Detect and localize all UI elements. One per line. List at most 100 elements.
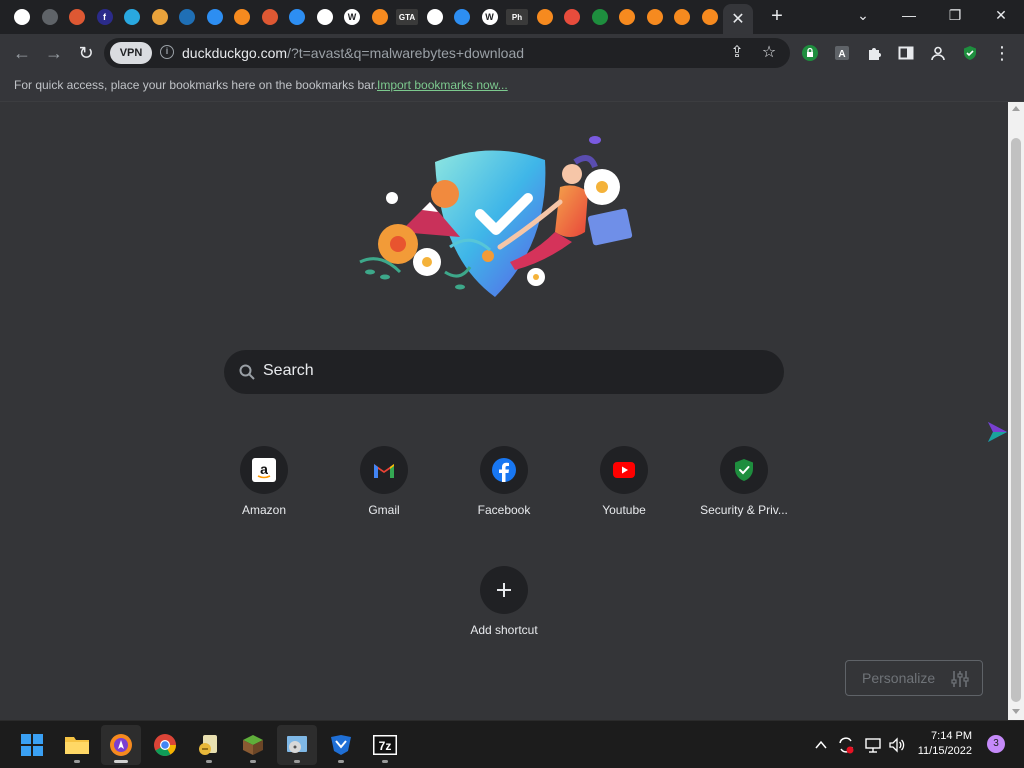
- tab-globe[interactable]: [312, 4, 338, 30]
- shortcut-gmail[interactable]: Gmail: [332, 446, 436, 536]
- tab-cart[interactable]: [37, 4, 63, 30]
- tab-wordpress[interactable]: W: [477, 4, 503, 30]
- reload-icon: ↻: [78, 42, 94, 63]
- running-indicator: [74, 760, 80, 763]
- youtube-icon: [613, 462, 635, 478]
- profile-icon[interactable]: [928, 43, 948, 63]
- tab-red-site[interactable]: [559, 4, 585, 30]
- vpn-badge[interactable]: VPN: [110, 42, 152, 64]
- forward-button[interactable]: →: [42, 41, 66, 65]
- active-tab[interactable]: ✕: [723, 4, 753, 34]
- tab-monitor-site[interactable]: [174, 4, 200, 30]
- taskbar-chrome[interactable]: [145, 725, 185, 765]
- svg-text:a: a: [260, 461, 268, 477]
- scroll-up-arrow-icon[interactable]: [1012, 106, 1020, 111]
- tab-shield-site[interactable]: [587, 4, 613, 30]
- restore-button[interactable]: ❐: [940, 4, 970, 26]
- share-icon[interactable]: ⇪: [728, 44, 746, 62]
- tab-duckduckgo[interactable]: [64, 4, 90, 30]
- tab-avast[interactable]: [669, 4, 695, 30]
- new-tab-button[interactable]: +: [766, 6, 788, 28]
- tab-strip: f W GTA W Ph ✕ + ⌄ — ❐ ✕: [0, 0, 1024, 34]
- wordpress-icon: W: [344, 9, 360, 25]
- svg-text:7z: 7z: [379, 739, 392, 753]
- shortcut-youtube[interactable]: Youtube: [572, 446, 676, 536]
- shortcut-security-privacy[interactable]: Security & Priv...: [692, 446, 796, 536]
- tab-avast[interactable]: [614, 4, 640, 30]
- taskbar-installer[interactable]: [277, 725, 317, 765]
- tab-f-site[interactable]: f: [92, 4, 118, 30]
- tab-avast[interactable]: [229, 4, 255, 30]
- running-indicator: [206, 760, 212, 763]
- tab-avast[interactable]: [697, 4, 723, 30]
- search-box[interactable]: Search: [224, 350, 784, 394]
- gta-icon: GTA: [396, 9, 418, 25]
- shortcut-facebook[interactable]: Facebook: [452, 446, 556, 536]
- side-panel-icon[interactable]: [896, 43, 916, 63]
- personalize-button[interactable]: Personalize: [845, 660, 983, 696]
- running-indicator: [338, 760, 344, 763]
- import-bookmarks-link[interactable]: Import bookmarks now...: [377, 78, 508, 92]
- browser-menu-icon[interactable]: ⋮: [992, 43, 1012, 63]
- tab-loading[interactable]: [284, 4, 310, 30]
- system-clock[interactable]: 7:14 PM 11/15/2022: [912, 729, 972, 759]
- start-button[interactable]: [12, 725, 52, 765]
- tab-globe[interactable]: [9, 4, 35, 30]
- scroll-thumb[interactable]: [1011, 138, 1021, 702]
- shortcut-icon-bg: a: [240, 446, 288, 494]
- globe-icon: [316, 9, 333, 25]
- tab-download-site[interactable]: [119, 4, 145, 30]
- taskbar-script-editor[interactable]: [189, 725, 229, 765]
- tab-wordpress[interactable]: W: [339, 4, 365, 30]
- show-hidden-icons-chevron-icon[interactable]: [814, 738, 828, 752]
- tab-edge-site[interactable]: [449, 4, 475, 30]
- chevron-down-icon: ⌄: [857, 6, 869, 23]
- notification-count-badge[interactable]: 3: [987, 735, 1005, 753]
- password-lock-extension-icon[interactable]: [800, 43, 820, 63]
- url-text[interactable]: duckduckgo.com/?t=avast&q=malwarebytes+d…: [182, 45, 524, 61]
- tab-download-arrow[interactable]: [147, 4, 173, 30]
- taskbar-file-explorer[interactable]: [57, 725, 97, 765]
- tab-avast[interactable]: [532, 4, 558, 30]
- taskbar-7zip[interactable]: 7z: [365, 725, 405, 765]
- page-scrollbar[interactable]: [1008, 102, 1024, 720]
- 7zip-icon: 7z: [373, 735, 397, 755]
- security-extension-icon[interactable]: [960, 43, 980, 63]
- bookmark-star-icon[interactable]: ☆: [760, 44, 778, 62]
- address-bar[interactable]: VPN i duckduckgo.com/?t=avast&q=malwareb…: [104, 38, 790, 68]
- taskbar-malwarebytes[interactable]: [321, 725, 361, 765]
- svg-text:A: A: [838, 49, 845, 60]
- back-button[interactable]: ←: [10, 41, 34, 65]
- tab-malwarebytes[interactable]: [202, 4, 228, 30]
- tab-search-button[interactable]: ⌄: [848, 4, 878, 26]
- taskbar-minecraft[interactable]: [233, 725, 273, 765]
- shortcut-icon-bg: [720, 446, 768, 494]
- close-window-button[interactable]: ✕: [986, 4, 1016, 26]
- site-info-icon[interactable]: i: [160, 45, 174, 59]
- add-shortcut-button[interactable]: Add shortcut: [452, 566, 556, 656]
- shortcut-label: Security & Priv...: [700, 503, 788, 517]
- taskbar-avast-browser[interactable]: [101, 725, 141, 765]
- extensions-puzzle-icon[interactable]: [864, 43, 884, 63]
- reload-button[interactable]: ↻: [74, 41, 98, 65]
- avast-icon: [536, 9, 553, 25]
- tab-ph-site[interactable]: Ph: [504, 4, 530, 30]
- tab-globe[interactable]: [422, 4, 448, 30]
- translate-extension-icon[interactable]: A: [832, 43, 852, 63]
- folder-icon: [65, 737, 89, 754]
- monitor-site-icon: [179, 9, 195, 25]
- shortcut-amazon[interactable]: a Amazon: [212, 446, 316, 536]
- tab-avast[interactable]: [642, 4, 668, 30]
- sync-alert-icon[interactable]: [836, 735, 856, 755]
- network-icon[interactable]: [864, 736, 882, 754]
- volume-icon[interactable]: [888, 736, 906, 754]
- side-cursor-arrow-icon[interactable]: [985, 420, 1009, 444]
- tab-gta[interactable]: GTA: [394, 4, 420, 30]
- tab-duckduckgo[interactable]: [257, 4, 283, 30]
- minimize-button[interactable]: —: [894, 4, 924, 26]
- tab-avast[interactable]: [367, 4, 393, 30]
- close-tab-icon[interactable]: ✕: [731, 9, 744, 29]
- scroll-down-arrow-icon[interactable]: [1012, 709, 1020, 714]
- clock-date: 11/15/2022: [917, 745, 972, 757]
- facebook-icon: [492, 458, 516, 482]
